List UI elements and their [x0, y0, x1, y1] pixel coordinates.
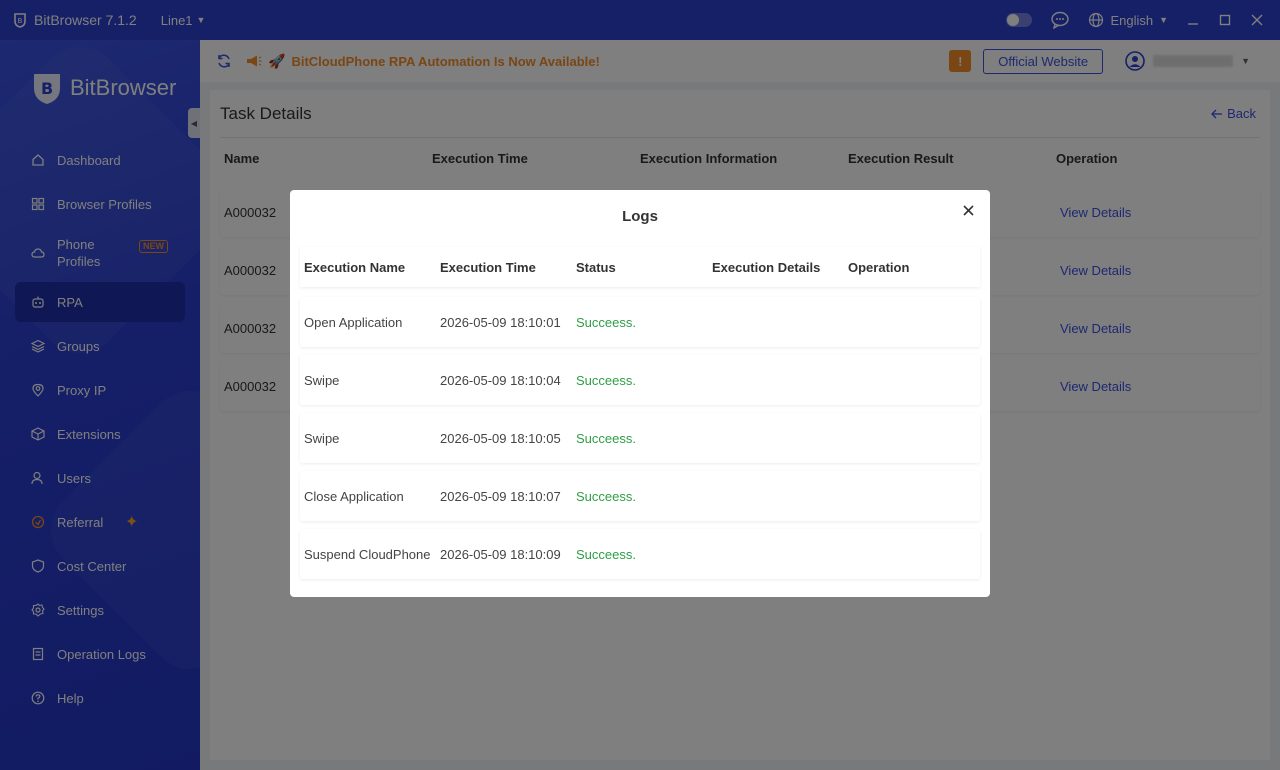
column-header: Execution Name: [304, 259, 406, 275]
log-time: 2026-05-09 18:10:07: [440, 488, 561, 504]
log-name: Swipe: [304, 430, 340, 446]
log-name: Close Application: [304, 488, 404, 504]
column-header: Execution Time: [440, 259, 536, 275]
log-status: Succeess.: [576, 314, 636, 330]
log-time: 2026-05-09 18:10:04: [440, 372, 561, 388]
log-status: Succeess.: [576, 372, 636, 388]
log-time: 2026-05-09 18:10:05: [440, 430, 561, 446]
column-header: Execution Details: [712, 259, 821, 275]
log-row: Close Application 2026-05-09 18:10:07 Su…: [300, 471, 980, 521]
log-name: Suspend CloudPhone: [304, 546, 431, 562]
modal-close-button[interactable]: [960, 202, 976, 218]
logs-modal: Logs Execution Name Execution Time Statu…: [290, 190, 990, 597]
log-status: Succeess.: [576, 546, 636, 562]
log-row: Swipe 2026-05-09 18:10:05 Succeess.: [300, 413, 980, 463]
log-time: 2026-05-09 18:10:01: [440, 314, 561, 330]
log-row: Swipe 2026-05-09 18:10:04 Succeess.: [300, 355, 980, 405]
modal-title: Logs: [622, 208, 658, 225]
log-name: Open Application: [304, 314, 403, 330]
column-header: Operation: [848, 259, 910, 275]
close-icon: [962, 204, 974, 216]
logs-table-header: Execution Name Execution Time Status Exe…: [300, 247, 980, 287]
column-header: Status: [576, 259, 616, 275]
log-time: 2026-05-09 18:10:09: [440, 546, 561, 562]
log-name: Swipe: [304, 372, 340, 388]
log-status: Succeess.: [576, 488, 636, 504]
log-status: Succeess.: [576, 430, 636, 446]
log-row: Suspend CloudPhone 2026-05-09 18:10:09 S…: [300, 529, 980, 579]
log-row: Open Application 2026-05-09 18:10:01 Suc…: [300, 297, 980, 347]
